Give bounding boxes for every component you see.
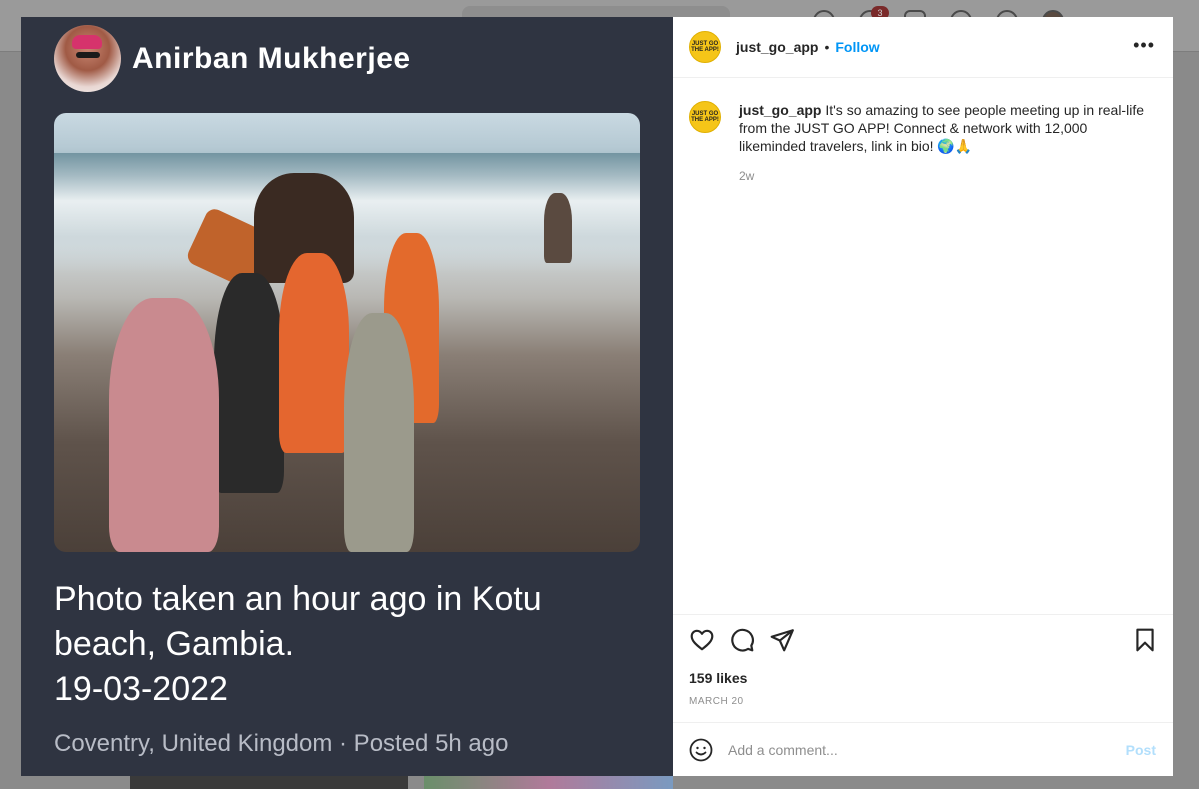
author-avatar [54, 25, 121, 92]
author-row: Anirban Mukherjee [54, 25, 411, 92]
account-username[interactable]: just_go_app [736, 39, 818, 55]
caption-username[interactable]: just_go_app [739, 102, 821, 118]
avatar-logo-text: JUST GO THE APP! [691, 111, 719, 123]
post-caption: JUST GO THE APP! just_go_app It's so ama… [689, 101, 1159, 155]
post-details: JUST GO THE APP! just_go_app • Follow ••… [673, 17, 1173, 776]
post-header: JUST GO THE APP! just_go_app • Follow ••… [673, 17, 1173, 78]
caption-line: 19-03-2022 [54, 670, 228, 708]
caption-line: beach, Gambia. [54, 625, 295, 663]
add-comment-bar: Post [673, 722, 1173, 776]
background-thumbnail [130, 776, 408, 789]
more-icon[interactable]: ••• [1133, 35, 1155, 56]
likes-count[interactable]: 159 likes [689, 670, 747, 686]
post-date[interactable]: MARCH 20 [689, 696, 744, 707]
location-posted: Coventry, United Kingdom · Posted 5h ago [54, 730, 509, 757]
post-time[interactable]: 2w [739, 169, 754, 183]
emoji-icon[interactable] [689, 738, 713, 762]
background-thumbnail [424, 776, 673, 789]
post-comment-button[interactable]: Post [1126, 742, 1156, 758]
post-modal: Anirban Mukherjee Photo taken an hour ag… [21, 17, 1173, 776]
post-media[interactable]: Anirban Mukherjee Photo taken an hour ag… [21, 17, 673, 776]
caption-line: Photo taken an hour ago in Kotu [54, 580, 542, 618]
heart-icon[interactable] [689, 627, 715, 653]
caption-avatar[interactable]: JUST GO THE APP! [689, 101, 721, 133]
share-icon[interactable] [769, 627, 795, 653]
bookmark-icon[interactable] [1132, 627, 1158, 653]
author-name: Anirban Mukherjee [132, 41, 411, 75]
action-bar [673, 614, 1173, 664]
image-caption: Photo taken an hour ago in Kotu beach, G… [54, 577, 614, 712]
avatar-logo-text: JUST GO THE APP! [691, 41, 719, 53]
follow-button[interactable]: Follow [835, 39, 879, 55]
comment-input[interactable] [728, 741, 1088, 758]
account-avatar[interactable]: JUST GO THE APP! [689, 31, 721, 63]
comment-icon[interactable] [729, 627, 755, 653]
caption-body: just_go_app It's so amazing to see peopl… [739, 101, 1149, 155]
beach-photo [54, 113, 640, 552]
separator-dot: • [824, 39, 830, 55]
